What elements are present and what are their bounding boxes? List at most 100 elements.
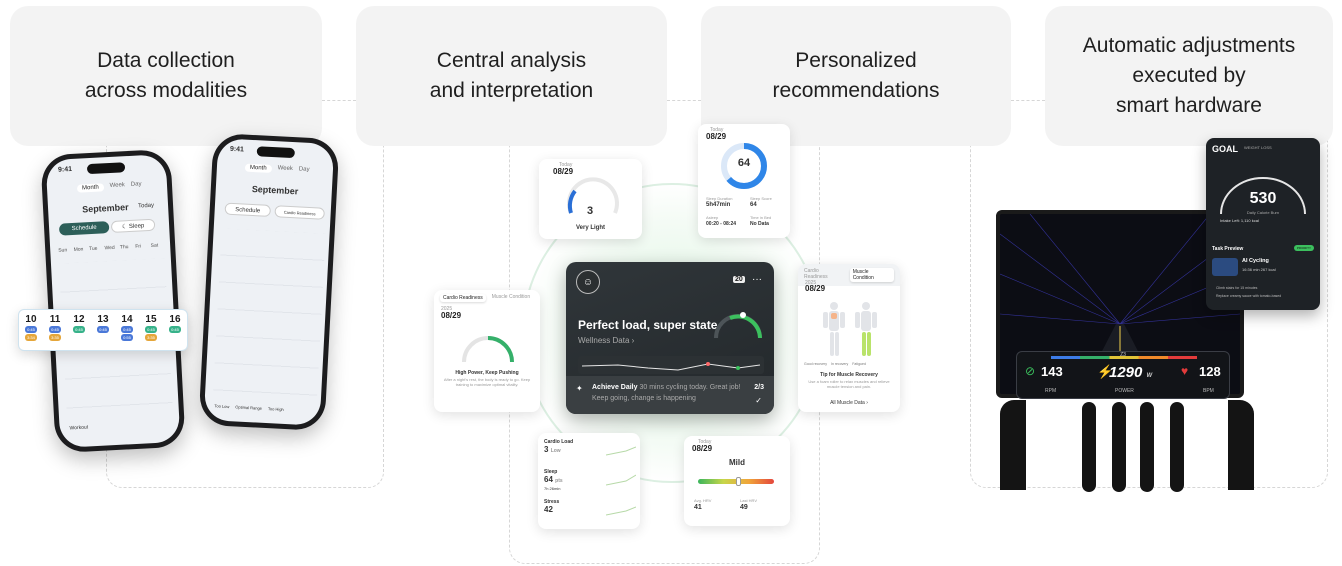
metric-unit: Low [550, 448, 561, 454]
phone-left: 9:41 Month Week Day September Today Sche… [40, 148, 186, 454]
all-muscle-data-link[interactable]: All Muscle Data › [798, 400, 900, 406]
muscle-condition-card[interactable]: Cardio Readiness Muscle Condition 2025 0… [798, 264, 900, 412]
tab-week[interactable]: Week [110, 182, 126, 191]
sparkle-icon: ✦ [576, 384, 583, 393]
metric-value: 64 pts [544, 475, 563, 484]
calorie-label: Daily Calorie Burn [1246, 210, 1280, 215]
power-unit: POWER [1115, 388, 1134, 394]
stage-card-data-collection: Data collection across modalities [10, 6, 322, 146]
cardio-body: After a night's rest, the body is ready … [443, 377, 531, 387]
tab-day[interactable]: Day [131, 181, 142, 190]
metric-extra: 7h 26min [544, 486, 561, 491]
week-day[interactable]: 16 0:45 [169, 314, 181, 350]
week-day[interactable]: 12 0:45 [73, 314, 85, 350]
wellness-data-label: Wellness Data [578, 336, 630, 345]
link-label: All Muscle Data [830, 400, 865, 406]
week-day[interactable]: 14 0:45 0:55 [121, 314, 133, 350]
tab-muscle-condition[interactable]: Muscle Condition [849, 268, 894, 282]
week-day[interactable]: 10 0:45 3:34 [25, 314, 37, 350]
metrics-list-card[interactable]: Cardio Load 3 Low Sleep 64 pts 7h 26min … [538, 433, 640, 529]
tab-day[interactable]: Day [299, 166, 310, 175]
week-day[interactable]: 13 0:45 [97, 314, 109, 350]
day-number: 11 [49, 314, 61, 325]
tab-month[interactable]: Month [76, 183, 104, 193]
legend-too-high: Too High [267, 406, 284, 412]
more-icon[interactable]: ··· [752, 274, 762, 285]
sleep-label: Sleep [128, 223, 145, 231]
metric-dropdown[interactable]: Cardio Readiness [274, 205, 325, 220]
weekday-label: Fri [135, 243, 142, 250]
workout-tag: 0:45 [49, 326, 61, 333]
view-tabs[interactable]: Month Week Day [76, 181, 142, 193]
phone-right-screen: 9:41 Month Week Day September Schedule C… [203, 138, 335, 426]
metric-number: 3 [544, 445, 549, 454]
avatar[interactable]: ☺ [576, 270, 600, 294]
tab-cardio-readiness[interactable]: Cardio Readiness [440, 294, 486, 302]
heart-icon: ♥ [1181, 364, 1189, 378]
stage-title-line: Data collection [97, 49, 235, 72]
metric-value: 42 [544, 505, 553, 514]
weekday-label: Tue [88, 245, 98, 253]
calendar-icon[interactable]: 20 [733, 276, 745, 283]
cardio-readiness-card[interactable]: Cardio Readiness Muscle Condition 2025 0… [434, 290, 540, 412]
stage-title-line: across modalities [84, 79, 248, 102]
priority-badge: PRIORITY [1293, 245, 1314, 251]
task-thumbnail [1212, 258, 1238, 276]
week-strip: 10 0:45 3:34 11 0:45 3:35 12 0:45 13 0:45 14 0:… [18, 309, 188, 351]
wellness-data-link[interactable]: Wellness Data › [578, 336, 634, 345]
workflow-diagram: Data collection across modalities Central… [0, 0, 1342, 566]
tab-muscle-condition[interactable]: Muscle Condition [492, 294, 530, 302]
strain-card[interactable]: Today 08/29 3 Very Light [539, 159, 642, 239]
metric-number: 42 [544, 505, 553, 514]
wellness-summary-card[interactable]: ☺ 20 ··· Perfect load, super state Welln… [566, 262, 774, 414]
weekday-label: Thu [119, 244, 129, 251]
weekday-header: Sun Mon Tue Wed Thu Fri Sat [58, 242, 164, 257]
workout-tag: 0:45 [73, 326, 85, 333]
task-activity: AI Cycling [1242, 258, 1269, 264]
weekday-label: Mon [73, 246, 84, 253]
day-number: 13 [97, 314, 109, 325]
schedule-button[interactable]: Schedule [58, 221, 110, 236]
stage-title-line: executed by [1132, 64, 1246, 87]
tip-line: Climb stairs for 15 minutes [1216, 286, 1258, 290]
tab-month[interactable]: Month [244, 163, 272, 173]
schedule-button[interactable]: Schedule [224, 202, 272, 217]
workout-tag: 0:45 [169, 326, 181, 333]
connector-1 [322, 100, 356, 101]
tip-title: Tip for Muscle Recovery [820, 372, 878, 378]
metric-sparklines [606, 446, 636, 516]
week-day[interactable]: 15 0:45 3:35 [145, 314, 157, 350]
stage-title-line: recommendations [772, 79, 940, 102]
bpm-value: 128 [1199, 364, 1221, 379]
workout-tag: 0:45 [121, 326, 133, 333]
daily-goal-banner[interactable]: ✦ Achieve Daily 30 mins cycling today. G… [566, 376, 774, 414]
day-number: 14 [121, 314, 133, 325]
view-tabs[interactable]: Month Week Day [244, 163, 310, 175]
metric-unit: pts [555, 478, 563, 484]
sleep-button[interactable]: ☾ Sleep [110, 218, 156, 233]
tip-line: Replace creamy sauce with tomato-based [1216, 294, 1282, 298]
stress-card[interactable]: Today 08/29 Mild Avg. HRV 41 Last HRV 49 [684, 436, 790, 526]
sleep-tag: 3:35 [49, 334, 61, 341]
stat-value: 49 [740, 504, 748, 511]
stat-value: 00:20 - 08:24 [706, 221, 737, 227]
card-date: 08/29 [805, 284, 826, 293]
chevron-right-icon: › [631, 336, 635, 345]
phone-left-screen: 9:41 Month Week Day September Today Sche… [45, 154, 181, 448]
sleep-tag: 3:34 [25, 334, 37, 341]
handlebar [1082, 402, 1096, 492]
legend-good-recovery: Good recovery [804, 362, 827, 366]
handlebar [1140, 402, 1154, 492]
intake-left: Intake Left: 1,110 kcal [1220, 218, 1259, 223]
workout-tag: 0:45 [145, 326, 157, 333]
phone-right: 9:41 Month Week Day September Schedule C… [198, 132, 340, 432]
bike-metrics-panel: Z3 ⊘ 143 RPM ⚡ 1290 W POWER ♥ 128 BPM [1016, 351, 1230, 399]
today-button[interactable]: Today [138, 203, 154, 210]
card-tabs[interactable]: Cardio Readiness Muscle Condition [434, 290, 540, 306]
stat-value: 5h47min [706, 202, 731, 208]
sleep-score-card[interactable]: Today 08/29 64 Sleep Duration 5h47min Sl… [698, 124, 790, 238]
tab-week[interactable]: Week [277, 165, 293, 174]
week-day[interactable]: 11 0:45 3:35 [49, 314, 61, 350]
bpm-unit: BPM [1203, 388, 1214, 394]
goal-title: Achieve Daily [592, 384, 638, 391]
